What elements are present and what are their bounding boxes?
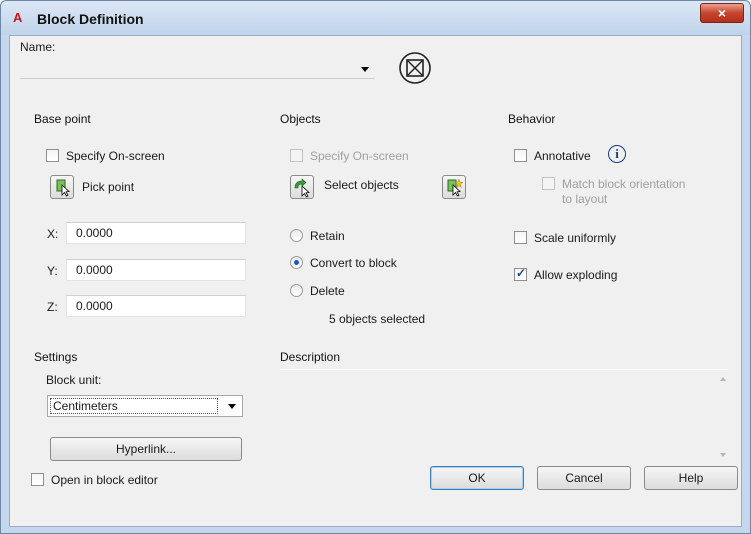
- match-orientation-label-line2: to layout: [562, 192, 608, 206]
- objects-title: Objects: [280, 112, 321, 126]
- hyperlink-button[interactable]: Hyperlink...: [50, 437, 242, 461]
- scroll-up-icon[interactable]: [720, 377, 726, 381]
- block-unit-label: Block unit:: [46, 373, 102, 387]
- chevron-down-icon[interactable]: [361, 67, 369, 72]
- y-coordinate-input[interactable]: 0.0000: [66, 259, 246, 281]
- pick-point-icon: [56, 179, 70, 197]
- block-definition-dialog: A Block Definition × Name: Base point Sp…: [0, 0, 751, 534]
- cancel-button-label: Cancel: [565, 471, 603, 485]
- name-label: Name:: [20, 40, 56, 54]
- autocad-logo-icon: A: [13, 10, 22, 25]
- scroll-down-icon[interactable]: [720, 453, 726, 457]
- ok-button[interactable]: OK: [430, 466, 524, 490]
- base-point-title: Base point: [34, 112, 91, 126]
- pick-point-icon-button[interactable]: [50, 175, 74, 199]
- dialog-body: Name: Base point Specify On-screen Pick …: [9, 35, 742, 527]
- allow-exploding-label: Allow exploding: [534, 268, 618, 282]
- y-coordinate-value: 0.0000: [76, 263, 113, 277]
- convert-to-block-radio[interactable]: [290, 256, 303, 269]
- hyperlink-button-label: Hyperlink...: [115, 442, 177, 456]
- open-in-block-editor-label: Open in block editor: [51, 473, 158, 487]
- x-coordinate-value: 0.0000: [76, 226, 113, 240]
- chevron-down-icon[interactable]: [228, 404, 236, 409]
- match-orientation-checkbox[interactable]: [542, 177, 555, 190]
- description-textarea[interactable]: [280, 373, 728, 461]
- x-coordinate-input[interactable]: 0.0000: [66, 222, 246, 244]
- allow-exploding-checkbox[interactable]: [514, 266, 527, 281]
- pick-point-label[interactable]: Pick point: [82, 180, 134, 194]
- x-label: X:: [47, 227, 59, 241]
- annotative-checkbox[interactable]: [514, 149, 527, 162]
- block-unit-value: Centimeters: [50, 398, 218, 414]
- match-orientation-label-line1: Match block orientation: [562, 177, 686, 191]
- convert-to-block-label: Convert to block: [310, 256, 397, 270]
- scale-uniformly-label: Scale uniformly: [534, 231, 617, 245]
- objects-specify-on-screen-label: Specify On-screen: [310, 149, 409, 163]
- settings-title: Settings: [34, 350, 78, 364]
- base-specify-on-screen-checkbox[interactable]: [46, 149, 59, 162]
- behavior-title: Behavior: [508, 112, 556, 126]
- base-specify-on-screen-label: Specify On-screen: [66, 149, 165, 163]
- ok-button-label: OK: [468, 471, 486, 485]
- objects-specify-on-screen-checkbox[interactable]: [290, 149, 303, 162]
- select-objects-icon: [294, 178, 310, 198]
- block-preview-icon: [399, 52, 431, 84]
- z-label: Z:: [47, 300, 58, 314]
- help-button-label: Help: [678, 471, 704, 485]
- info-icon[interactable]: i: [608, 145, 626, 163]
- dialog-title: Block Definition: [37, 11, 144, 27]
- description-title: Description: [280, 350, 341, 364]
- select-objects-icon-button[interactable]: [290, 175, 314, 199]
- selected-count-text: 5 objects selected: [329, 312, 426, 326]
- y-label: Y:: [47, 264, 58, 278]
- delete-radio[interactable]: [290, 284, 303, 297]
- name-combo[interactable]: [20, 57, 375, 79]
- cancel-button[interactable]: Cancel: [537, 466, 631, 490]
- open-in-block-editor-checkbox[interactable]: [31, 473, 44, 486]
- select-objects-label[interactable]: Select objects: [324, 178, 399, 192]
- quick-select-button[interactable]: [442, 175, 466, 199]
- close-button[interactable]: ×: [700, 3, 744, 23]
- retain-radio[interactable]: [290, 229, 303, 242]
- title-bar: A Block Definition ×: [1, 1, 750, 35]
- quick-select-icon: [447, 178, 464, 197]
- retain-label: Retain: [310, 229, 345, 243]
- z-coordinate-input[interactable]: 0.0000: [66, 295, 246, 317]
- annotative-label: Annotative: [534, 149, 591, 163]
- close-icon: ×: [717, 5, 727, 21]
- scale-uniformly-checkbox[interactable]: [514, 231, 527, 244]
- delete-label: Delete: [310, 284, 345, 298]
- block-unit-select[interactable]: Centimeters: [47, 395, 243, 417]
- help-button[interactable]: Help: [644, 466, 738, 490]
- description-divider: [280, 369, 728, 370]
- z-coordinate-value: 0.0000: [76, 299, 113, 313]
